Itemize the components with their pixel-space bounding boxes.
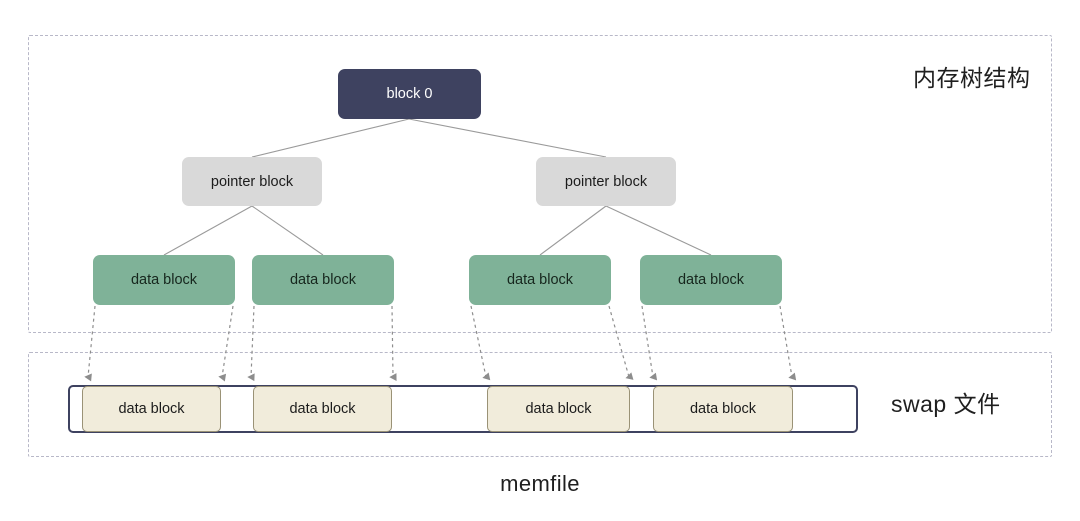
swap-file-slot-2[interactable]: data block: [487, 386, 630, 432]
tree-node-data-block-1-label: data block: [289, 272, 357, 288]
tree-node-data-block-3-label: data block: [677, 272, 745, 288]
swap-file-slot-3-label: data block: [689, 401, 757, 417]
tree-node-pointer-block-0-label: pointer block: [210, 173, 294, 190]
tree-node-pointer-block-1-label: pointer block: [564, 173, 648, 190]
swap-file-slot-1-label: data block: [289, 401, 356, 417]
tree-node-data-block-2-label: data block: [506, 272, 574, 288]
swap-file-slot-0-label: data block: [118, 401, 185, 417]
tree-node-data-block-2[interactable]: data block: [469, 255, 611, 305]
swap-file-slot-1[interactable]: data block: [253, 386, 392, 432]
tree-node-data-block-3[interactable]: data block: [640, 255, 782, 305]
memory-tree-panel-label: 内存树结构: [913, 65, 1031, 91]
diagram-caption: memfile: [500, 471, 580, 496]
tree-node-root[interactable]: block 0: [338, 69, 481, 119]
tree-node-pointer-block-1[interactable]: pointer block: [536, 157, 676, 206]
tree-node-data-block-0[interactable]: data block: [93, 255, 235, 305]
tree-node-data-block-1[interactable]: data block: [252, 255, 394, 305]
tree-node-root-label: block 0: [386, 86, 433, 102]
tree-node-data-block-0-label: data block: [130, 272, 198, 288]
swap-file-slot-3[interactable]: data block: [653, 386, 793, 432]
swap-file-panel-label: swap 文件: [891, 391, 1001, 417]
swap-file-slot-2-label: data block: [525, 401, 592, 417]
swap-file-bar: data block data block data block data bl…: [68, 385, 858, 433]
tree-node-pointer-block-0[interactable]: pointer block: [182, 157, 322, 206]
diagram-canvas: 内存树结构 swap 文件 block 0 pointer block poin…: [0, 0, 1080, 521]
swap-file-slot-0[interactable]: data block: [82, 386, 221, 432]
